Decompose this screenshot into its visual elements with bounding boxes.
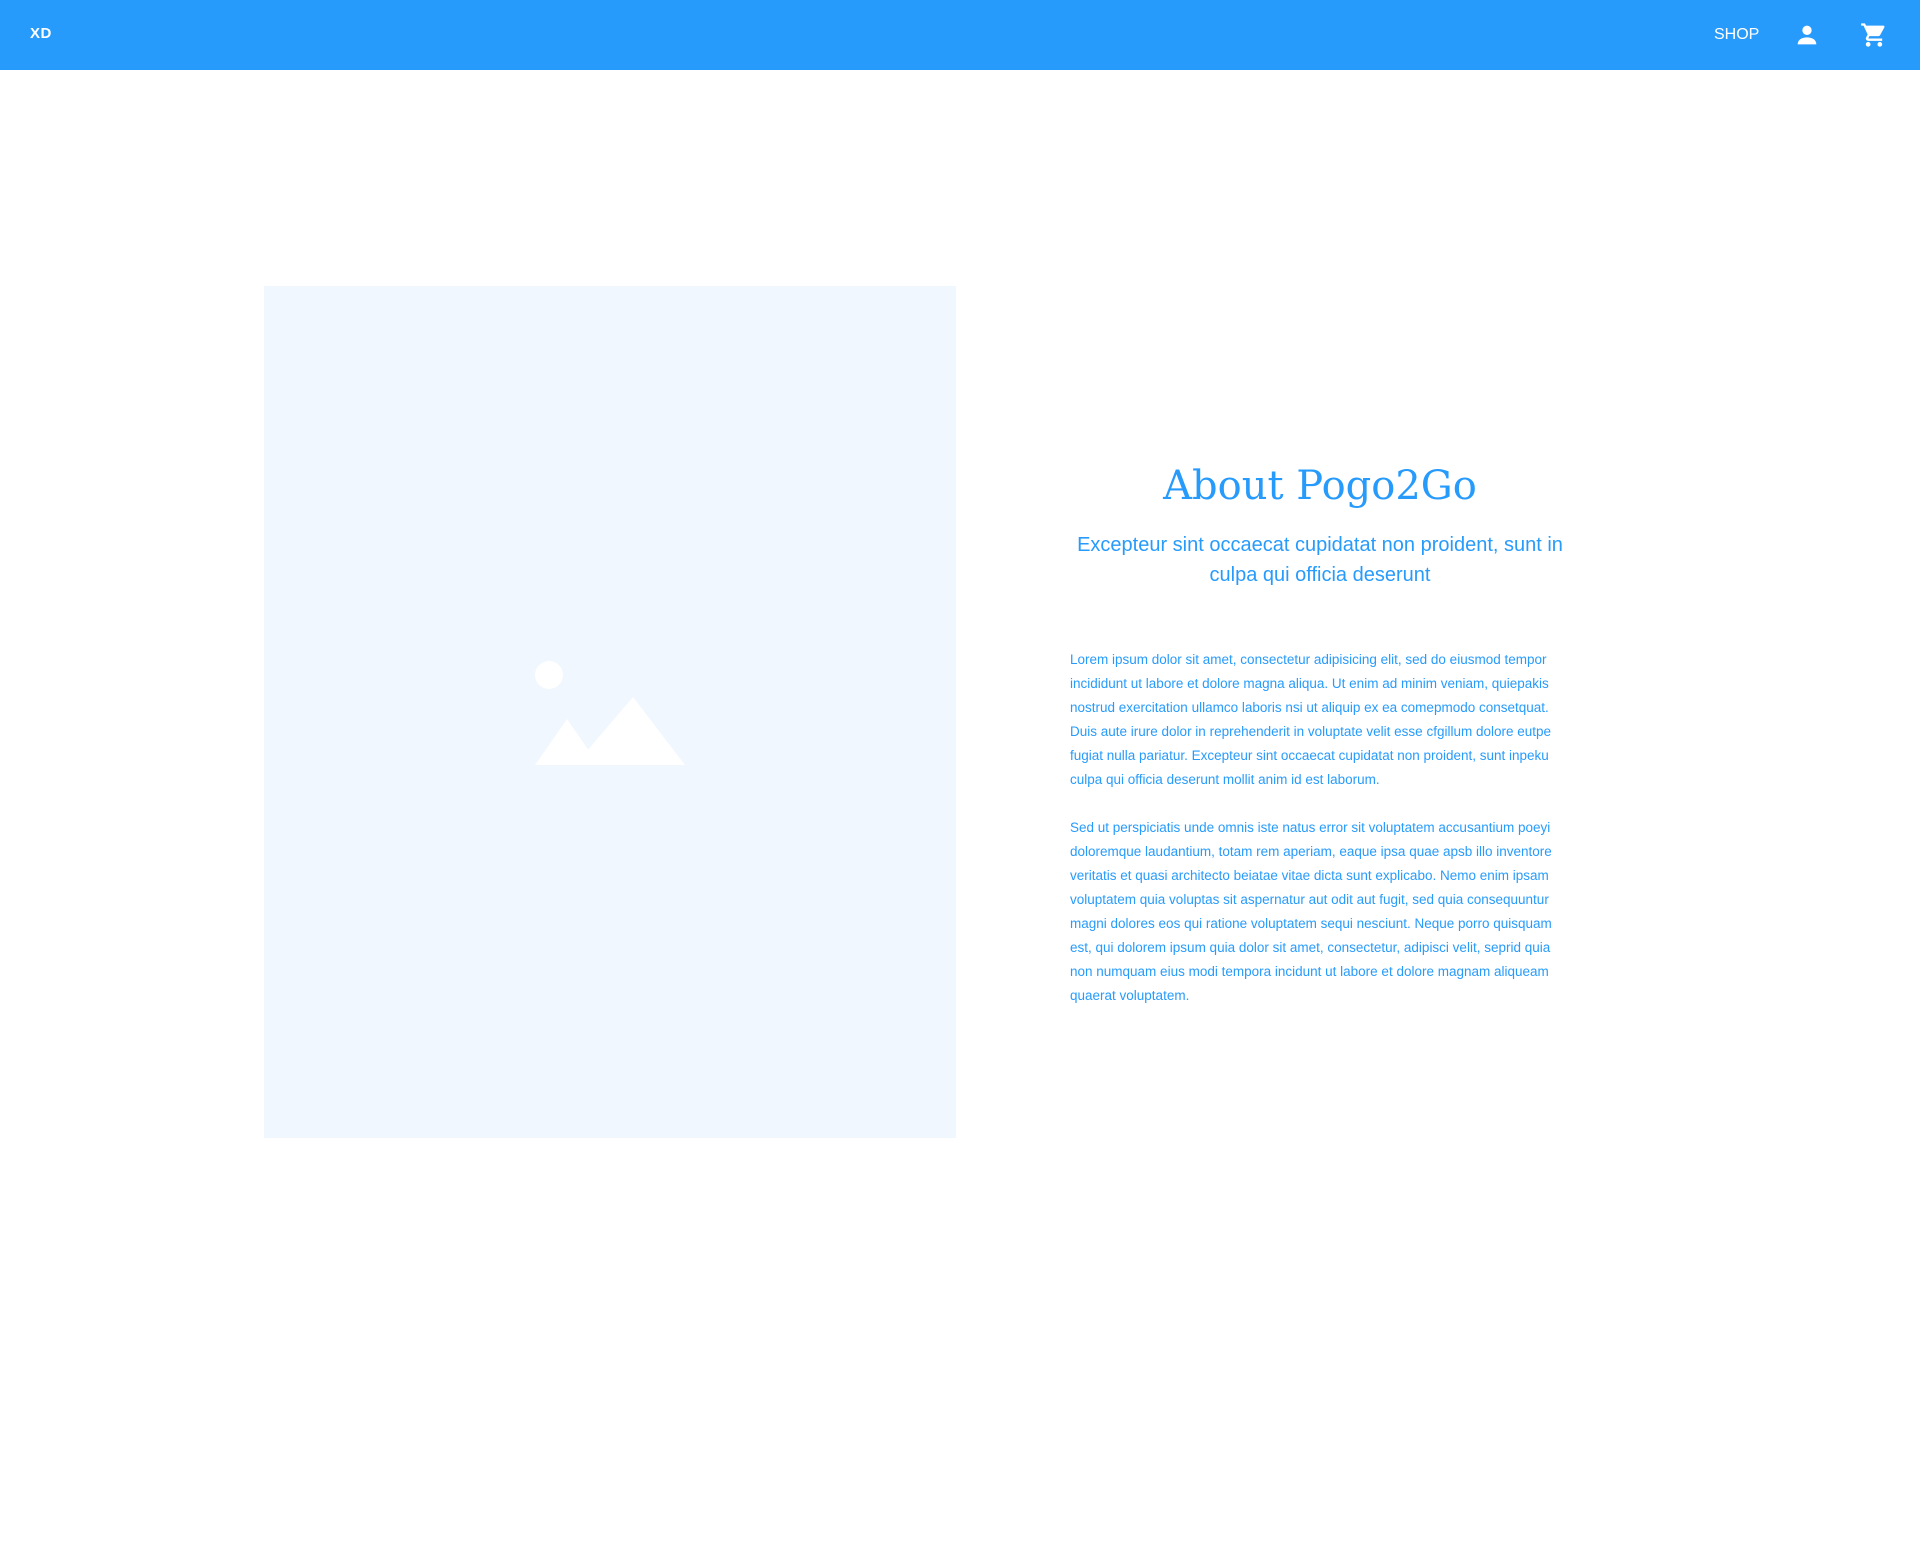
cart-icon [1861, 23, 1885, 47]
page-title: About Pogo2Go [1163, 463, 1477, 509]
hero-image-placeholder [264, 286, 956, 1138]
image-placeholder-icon [535, 661, 685, 765]
nav-link-shop[interactable]: SHOP [1714, 26, 1759, 44]
about-subtitle: Excepteur sint occaecat cupidatat non pr… [1077, 534, 1563, 586]
user-icon [1797, 25, 1817, 45]
logo[interactable]: XD [30, 25, 52, 42]
top-navigation-bar: XD SHOP [0, 0, 1920, 70]
cart-button[interactable] [1860, 21, 1888, 49]
about-paragraph: Lorem ipsum dolor sit amet, consectetur … [1070, 652, 1552, 787]
about-paragraph: Sed ut perspiciatis unde omnis iste natu… [1070, 820, 1552, 1003]
account-button[interactable] [1793, 21, 1821, 49]
